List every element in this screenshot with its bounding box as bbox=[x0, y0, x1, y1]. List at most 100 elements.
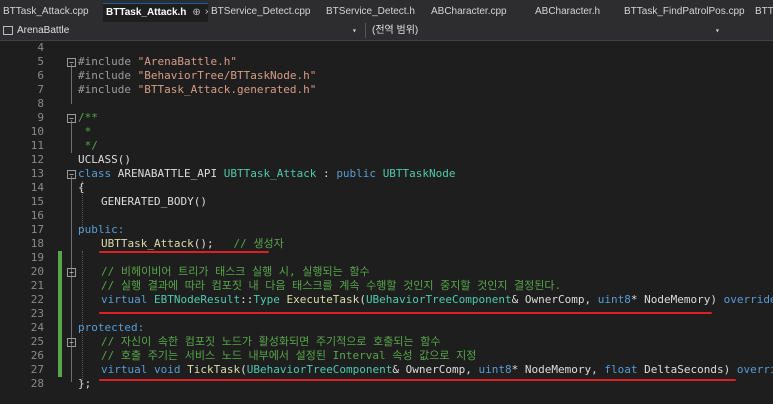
param: & OwnerComp, bbox=[511, 293, 598, 306]
line-number: 6 bbox=[37, 69, 44, 82]
change-marker bbox=[58, 251, 62, 265]
string: "BehaviorTree/BTTaskNode.h" bbox=[137, 69, 317, 82]
line-number: 13 bbox=[30, 167, 44, 180]
line-number: 20 bbox=[30, 265, 44, 278]
tab-label: BTService_Detect.h bbox=[326, 6, 415, 17]
fold-guide bbox=[71, 64, 72, 104]
line-number: 5 bbox=[37, 55, 44, 68]
macro: ARENABATTLE_API bbox=[117, 167, 218, 180]
line-number: 15 bbox=[30, 195, 44, 208]
keyword: virtual bbox=[101, 363, 148, 376]
keyword: float bbox=[604, 363, 638, 376]
collapse-icon[interactable]: − bbox=[67, 268, 76, 277]
code-line-5: #include "ArenaBattle.h" bbox=[78, 55, 237, 69]
collapse-icon[interactable]: − bbox=[67, 170, 76, 179]
code-line-26: // 호출 주기는 서비스 노드 내부에서 설정된 Interval 속성 값으… bbox=[101, 349, 477, 362]
function: TickTask bbox=[187, 363, 241, 376]
type: UBehaviorTreeComponent bbox=[246, 363, 393, 376]
line-number: 28 bbox=[30, 377, 44, 390]
code-line-21: // 실행 결과에 따라 컴포짓 내 다음 태스크를 계속 수행할 것인지 중지… bbox=[101, 279, 562, 292]
tab-btservice-detect-cpp[interactable]: BTService_Detect.cpp bbox=[208, 3, 321, 22]
base-class: UBTTaskNode bbox=[382, 167, 456, 180]
line-number: 21 bbox=[30, 279, 44, 292]
line-number: 24 bbox=[30, 321, 44, 334]
code-line-7: #include "BTTask_Attack.generated.h" bbox=[78, 83, 316, 97]
type: Type bbox=[253, 293, 280, 306]
code-line-13: class ARENABATTLE_API UBTTask_Attack : p… bbox=[78, 167, 456, 181]
line-number: 19 bbox=[30, 251, 44, 264]
code-line-20: // 비헤이비어 트리가 태스크 실행 시, 실행되는 함수 bbox=[101, 265, 370, 278]
code-line-14: { bbox=[78, 181, 85, 194]
line-number: 8 bbox=[37, 97, 44, 110]
code-line-10: * bbox=[78, 125, 92, 138]
line-number: 17 bbox=[30, 223, 44, 236]
line-number: 10 bbox=[30, 125, 44, 138]
tab-bttask-attack-h[interactable]: BTTask_Attack.h⊕× bbox=[103, 3, 208, 23]
fold-guide bbox=[71, 120, 72, 153]
tab-label: BTTa bbox=[755, 6, 773, 17]
code-line-12: UCLASS() bbox=[78, 153, 131, 166]
change-marker bbox=[58, 265, 62, 377]
line-number: 18 bbox=[30, 237, 44, 250]
tab-bttask-attack-cpp[interactable]: BTTask_Attack.cpp bbox=[0, 3, 103, 22]
param: & OwnerComp, bbox=[392, 363, 479, 376]
code-line-24: protected: bbox=[78, 321, 145, 334]
tab-bar: BTTask_Attack.cpp BTTask_Attack.h⊕× BTSe… bbox=[0, 0, 773, 23]
navigation-bar: ArenaBattle ▾ (전역 범위) ▾ bbox=[0, 22, 773, 41]
punct: : bbox=[316, 167, 337, 180]
fold-guide bbox=[71, 274, 72, 310]
string: "ArenaBattle.h" bbox=[137, 55, 237, 68]
string: "BTTask_Attack.generated.h" bbox=[137, 83, 317, 96]
keyword: void bbox=[153, 363, 181, 376]
line-number: 27 bbox=[30, 363, 44, 376]
tab-btservice-detect-h[interactable]: BTService_Detect.h bbox=[323, 3, 426, 22]
tab-abcharacter-h[interactable]: ABCharacter.h bbox=[532, 3, 620, 22]
code-line-15: GENERATED_BODY() bbox=[101, 195, 207, 208]
preprocessor: #include bbox=[78, 55, 138, 68]
project-label: ArenaBattle bbox=[17, 25, 70, 36]
code-line-18: UBTTask_Attack(); // 생성자 bbox=[101, 237, 284, 251]
scope-selector[interactable]: (전역 범위) bbox=[372, 23, 722, 38]
annotation-underline bbox=[99, 251, 269, 253]
punct: :: bbox=[240, 293, 254, 306]
collapse-icon[interactable]: − bbox=[67, 58, 76, 67]
type: UBehaviorTreeComponent bbox=[365, 293, 512, 306]
chevron-down-icon[interactable]: ▾ bbox=[715, 23, 720, 38]
keyword: override bbox=[736, 363, 773, 376]
param: * NodeMemory, bbox=[511, 363, 605, 376]
keyword: virtual bbox=[101, 293, 148, 306]
punct: (); bbox=[193, 237, 234, 250]
line-number: 11 bbox=[30, 139, 44, 152]
scope-label: (전역 범위) bbox=[372, 25, 419, 36]
chevron-down-icon[interactable]: ▾ bbox=[352, 23, 357, 38]
param: * NodeMemory) bbox=[630, 293, 724, 306]
code-line-27: virtual void TickTask(UBehaviorTreeCompo… bbox=[101, 363, 773, 377]
type: EBTNodeResult bbox=[153, 293, 241, 306]
code-line-17: public: bbox=[78, 223, 125, 236]
line-number: 26 bbox=[30, 349, 44, 362]
preprocessor: #include bbox=[78, 83, 138, 96]
tab-label: BTService_Detect.cpp bbox=[211, 6, 311, 17]
line-number: 25 bbox=[30, 335, 44, 348]
line-number: 14 bbox=[30, 181, 44, 194]
pin-icon[interactable]: ⊕ bbox=[192, 7, 200, 18]
code-editor[interactable]: 4 5 6 7 8 9 10 11 12 13 14 15 16 17 18 1… bbox=[0, 41, 773, 404]
indent-guide bbox=[82, 251, 83, 381]
collapse-icon[interactable]: − bbox=[67, 338, 76, 347]
line-number: 23 bbox=[30, 307, 44, 320]
collapse-icon[interactable]: − bbox=[67, 114, 76, 123]
keyword: public bbox=[336, 167, 377, 180]
type: uint8 bbox=[478, 363, 512, 376]
project-selector[interactable]: ArenaBattle bbox=[0, 23, 360, 38]
line-number: 16 bbox=[30, 209, 44, 222]
project-icon bbox=[3, 25, 13, 35]
class-name: UBTTask_Attack bbox=[223, 167, 317, 180]
divider bbox=[365, 23, 366, 38]
tab-bttask-overflow[interactable]: BTTa bbox=[752, 3, 773, 22]
tab-label: BTTask_Attack.h bbox=[106, 7, 187, 18]
line-number: 22 bbox=[30, 293, 44, 306]
tab-bttask-findpatrolpos-cpp[interactable]: BTTask_FindPatrolPos.cpp bbox=[621, 3, 754, 22]
code-line-6: #include "BehaviorTree/BTTaskNode.h" bbox=[78, 69, 316, 83]
annotation-underline bbox=[99, 312, 712, 314]
tab-abcharacter-cpp[interactable]: ABCharacter.cpp bbox=[428, 3, 531, 22]
